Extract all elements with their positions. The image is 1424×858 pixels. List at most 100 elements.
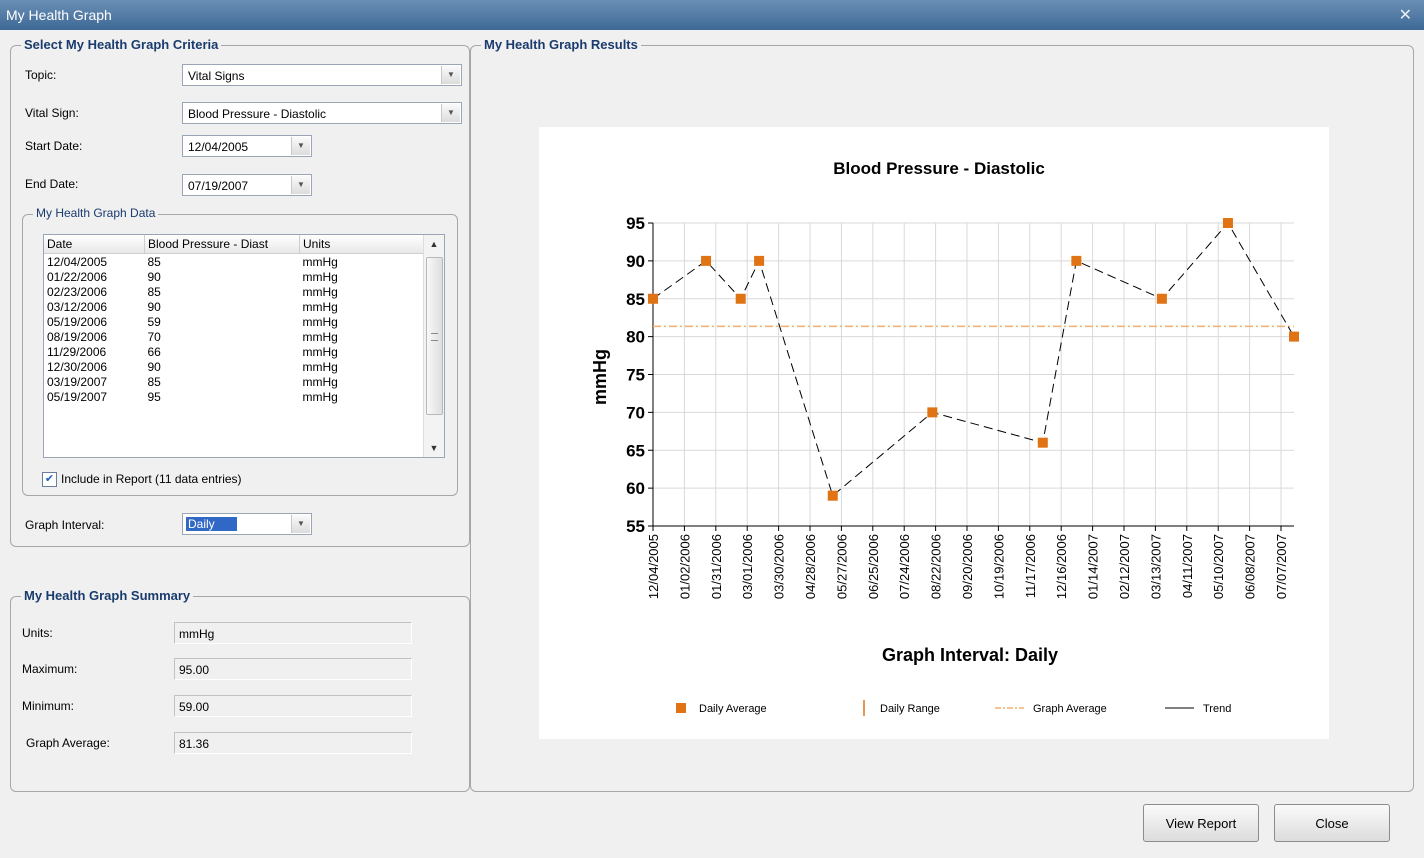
data-grid[interactable]: Date Blood Pressure - Diast Units 12/04/… (43, 234, 445, 458)
minimum-value: 59.00 (179, 700, 210, 714)
y-tick-label: 60 (626, 479, 645, 498)
x-tick-label: 03/13/2007 (1148, 534, 1163, 599)
data-point (735, 293, 746, 304)
data-point (1037, 437, 1048, 448)
close-icon[interactable]: ✕ (1399, 5, 1412, 25)
chevron-down-icon[interactable]: ▼ (291, 137, 310, 155)
minimum-label: Minimum: (22, 699, 75, 713)
table-row[interactable]: 05/19/2006 59 mmHg (44, 314, 429, 329)
legend-label: Daily Average (699, 703, 767, 715)
data-point (1222, 218, 1233, 228)
table-cell: 85 (147, 254, 161, 269)
legend-label: Daily Range (880, 703, 940, 715)
window-title: My Health Graph (6, 7, 112, 23)
include-report-checkbox[interactable]: ✔ (42, 472, 57, 487)
table-cell: 90 (147, 359, 161, 374)
x-axis-label: Graph Interval: Daily (882, 645, 1058, 665)
end-date-picker[interactable]: 07/19/2007 ▼ (182, 174, 312, 196)
x-tick-label: 02/12/2007 (1117, 534, 1132, 599)
y-tick-label: 65 (626, 441, 645, 460)
column-header-units[interactable]: Units (299, 235, 429, 254)
x-tick-label: 06/08/2007 (1243, 534, 1258, 599)
maximum-value: 95.00 (179, 663, 210, 677)
units-value: mmHg (179, 627, 215, 641)
data-point (827, 490, 838, 501)
graph-interval-label: Graph Interval: (25, 518, 105, 532)
legend-swatch-average (676, 703, 686, 713)
table-row[interactable]: 11/29/2006 66 mmHg (44, 344, 429, 359)
y-tick-label: 90 (626, 252, 645, 271)
table-cell: 12/30/2006 (47, 359, 108, 374)
table-row[interactable]: 03/12/2006 90 mmHg (44, 299, 429, 314)
column-header-date[interactable]: Date (44, 235, 145, 254)
end-date-label: End Date: (25, 177, 79, 191)
chevron-down-icon[interactable]: ▼ (441, 104, 460, 122)
table-cell: mmHg (302, 254, 338, 269)
line-chart: Blood Pressure - Diastolic mmHg Graph In… (590, 159, 1299, 716)
scroll-thumb[interactable] (426, 257, 443, 415)
close-button[interactable]: Close (1274, 804, 1390, 842)
criteria-legend: Select My Health Graph Criteria (21, 37, 222, 52)
chart-title: Blood Pressure - Diastolic (833, 159, 1045, 178)
table-cell: mmHg (302, 374, 338, 389)
chart-legend: Daily Average Daily Range Graph Average Tre… (676, 700, 1231, 716)
table-cell: 03/19/2007 (47, 374, 108, 389)
chevron-down-icon[interactable]: ▼ (291, 176, 310, 194)
table-cell: 11/29/2006 (47, 344, 107, 359)
table-cell: 90 (147, 269, 161, 284)
vertical-scrollbar[interactable]: ▲ ▼ (423, 235, 444, 457)
y-tick-label: 85 (626, 290, 645, 309)
table-cell: mmHg (302, 284, 338, 299)
scroll-up-icon[interactable]: ▲ (424, 235, 444, 253)
vital-sign-label: Vital Sign: (25, 106, 79, 120)
table-row[interactable]: 05/19/2007 95 mmHg (44, 389, 429, 404)
table-cell: mmHg (302, 389, 338, 404)
table-cell: 70 (147, 329, 161, 344)
table-cell: 02/23/2006 (47, 284, 108, 299)
end-date-value: 07/19/2007 (188, 179, 249, 193)
scroll-down-icon[interactable]: ▼ (424, 439, 444, 457)
table-cell: 12/04/2005 (47, 254, 108, 269)
view-report-button[interactable]: View Report (1143, 804, 1259, 842)
x-tick-label: 09/20/2006 (960, 534, 975, 599)
average-field: 81.36 (174, 732, 412, 754)
graph-interval-select[interactable]: Daily ▼ (182, 513, 312, 535)
vital-sign-select[interactable]: Blood Pressure - Diastolic ▼ (182, 102, 462, 124)
table-cell: 05/19/2007 (47, 389, 108, 404)
x-tick-label: 01/14/2007 (1086, 534, 1101, 599)
chevron-down-icon[interactable]: ▼ (441, 66, 460, 84)
table-row[interactable]: 08/19/2006 70 mmHg (44, 329, 429, 344)
x-tick-label: 05/10/2007 (1211, 534, 1226, 599)
table-row[interactable]: 12/04/2005 85 mmHg (44, 254, 429, 270)
table-cell: mmHg (302, 314, 338, 329)
table-cell: 05/19/2006 (47, 314, 108, 329)
x-tick-label: 01/31/2006 (709, 534, 724, 599)
column-header-value[interactable]: Blood Pressure - Diast (144, 235, 300, 254)
table-row[interactable]: 12/30/2006 90 mmHg (44, 359, 429, 374)
table-cell: mmHg (302, 329, 338, 344)
y-tick-label: 80 (626, 328, 645, 347)
table-row[interactable]: 03/19/2007 85 mmHg (44, 374, 429, 389)
maximum-field: 95.00 (174, 658, 412, 680)
average-label: Graph Average: (26, 736, 110, 750)
topic-select[interactable]: Vital Signs ▼ (182, 64, 462, 86)
summary-legend: My Health Graph Summary (21, 588, 194, 603)
y-axis-label: mmHg (590, 349, 610, 405)
data-point (927, 407, 938, 418)
chart-area: Blood Pressure - Diastolic mmHg Graph In… (539, 127, 1329, 739)
table-cell: 66 (147, 344, 161, 359)
start-date-picker[interactable]: 12/04/2005 ▼ (182, 135, 312, 157)
data-point (648, 293, 658, 304)
table-cell: 03/12/2006 (47, 299, 108, 314)
table-cell: 85 (147, 374, 161, 389)
title-bar: My Health Graph ✕ (0, 0, 1424, 30)
table-row[interactable]: 01/22/2006 90 mmHg (44, 269, 429, 284)
table-row[interactable]: 02/23/2006 85 mmHg (44, 284, 429, 299)
x-tick-label: 10/19/2006 (991, 534, 1006, 599)
x-tick-label: 11/17/2006 (1023, 534, 1038, 598)
table-cell: mmHg (302, 299, 338, 314)
chevron-down-icon[interactable]: ▼ (291, 515, 310, 533)
topic-value: Vital Signs (188, 69, 245, 83)
results-legend: My Health Graph Results (481, 37, 641, 52)
table-cell: mmHg (302, 344, 338, 359)
